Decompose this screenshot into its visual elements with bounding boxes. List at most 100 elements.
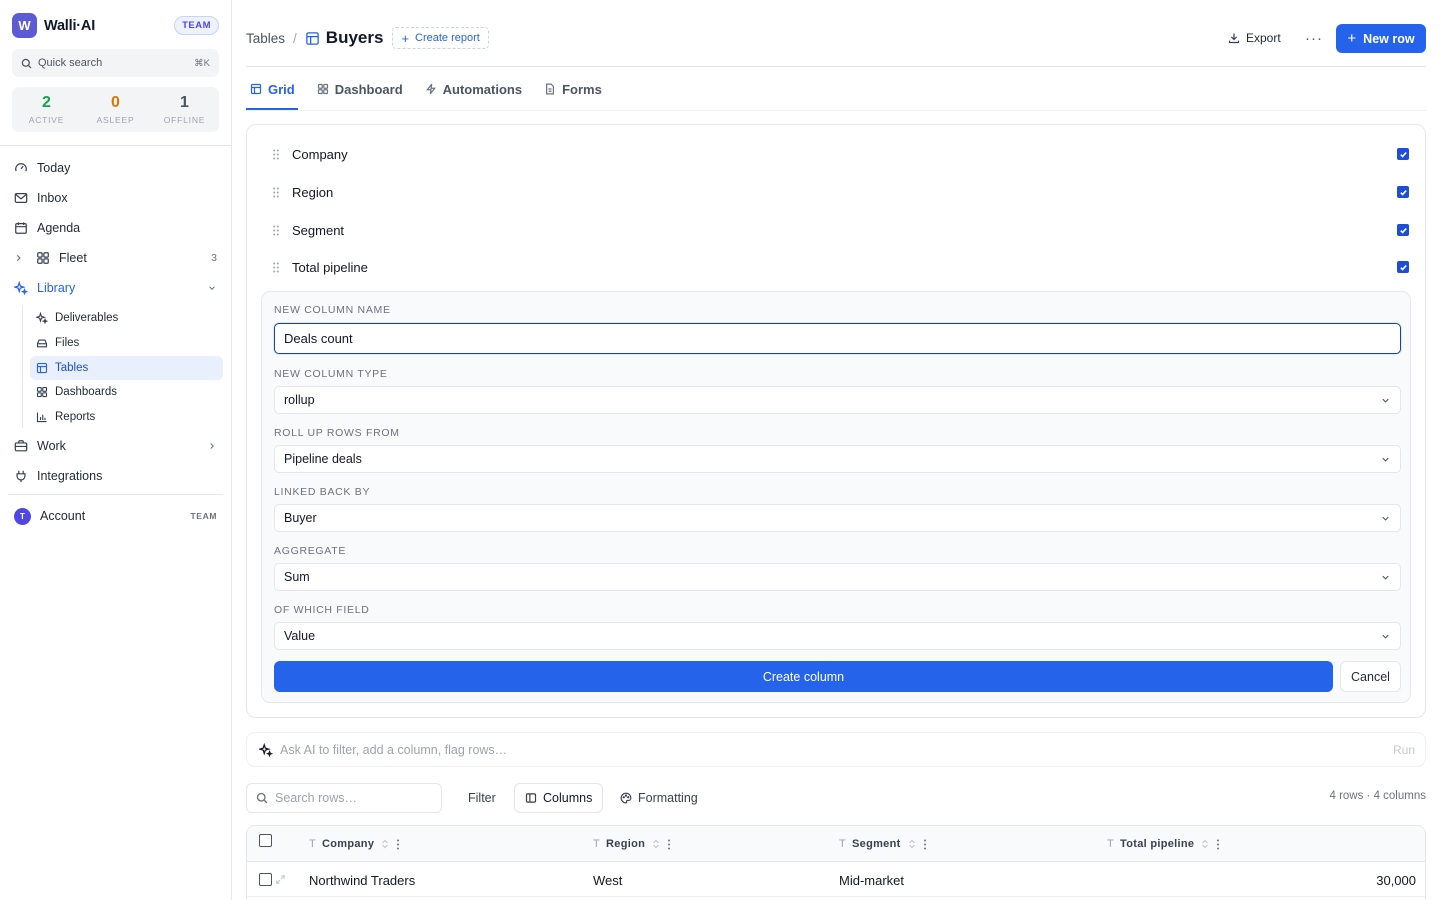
select-value: Pipeline deals (284, 452, 362, 466)
export-label: Export (1246, 31, 1281, 45)
column-visible-checkbox[interactable] (1397, 261, 1409, 273)
select-value: Buyer (284, 511, 317, 525)
header-divider (246, 66, 1426, 67)
columns-label: Columns (543, 791, 593, 805)
tab-grid[interactable]: Grid (246, 76, 299, 102)
new-column-name-label: NEW COLUMN NAME (274, 304, 391, 316)
grid-icon (36, 251, 50, 265)
breadcrumb-tables-link[interactable]: Tables (246, 31, 285, 46)
create-report-button[interactable]: + Create report (392, 27, 489, 49)
sidebar-subitem-dashboards[interactable]: Dashboards (30, 380, 223, 404)
more-options-button[interactable]: ··· (1302, 26, 1326, 50)
column-menu-icon[interactable] (1216, 839, 1220, 850)
sidebar-subitem-files[interactable]: Files (30, 331, 223, 355)
tab-dashboard[interactable]: Dashboard (313, 76, 407, 102)
sidebar-subitem-reports[interactable]: Reports (30, 405, 223, 429)
sidebar-item-agenda[interactable]: Agenda (8, 215, 223, 241)
drag-handle-icon[interactable] (273, 262, 279, 273)
aggregate-select[interactable]: Sum (274, 563, 1401, 591)
expand-row-icon[interactable] (275, 874, 286, 885)
sidebar-item-inbox[interactable]: Inbox (8, 185, 223, 211)
new-column-name-input[interactable] (274, 323, 1401, 354)
ai-command-bar: Run (246, 732, 1426, 767)
rollup-source-select[interactable]: Pipeline deals (274, 445, 1401, 473)
sparkles-icon (36, 312, 48, 324)
gauge-icon (14, 161, 28, 175)
column-list-item[interactable]: Region (273, 180, 1409, 204)
text-type-icon: T (593, 838, 601, 850)
stat-active[interactable]: 2 ACTIVE (12, 87, 81, 132)
columns-button[interactable]: Columns (514, 783, 604, 813)
tab-forms[interactable]: Forms (540, 76, 606, 102)
column-header-region[interactable]: T Region (593, 826, 671, 862)
aggregate-label: AGGREGATE (274, 545, 347, 557)
stat-offline[interactable]: 1 OFFLINE (150, 87, 219, 132)
account-item[interactable]: T Account TEAM (8, 504, 223, 528)
drag-handle-icon[interactable] (273, 149, 279, 160)
filter-button[interactable]: Filter (458, 783, 506, 813)
sparkles-icon (14, 281, 28, 295)
sparkles-icon (259, 742, 273, 757)
column-list-item[interactable]: Total pipeline (273, 255, 1409, 279)
column-list-item[interactable]: Company (273, 142, 1409, 166)
tabs-divider (246, 110, 1426, 111)
sort-icon[interactable] (381, 839, 389, 849)
row-search-input[interactable] (275, 791, 425, 805)
sort-icon[interactable] (1201, 839, 1209, 849)
stat-asleep[interactable]: 0 ASLEEP (81, 87, 150, 132)
table-cell-region[interactable]: West (593, 863, 622, 897)
row-search[interactable] (246, 783, 442, 813)
table-cell-company[interactable]: Northwind Traders (309, 863, 415, 897)
chevron-down-icon[interactable] (207, 283, 217, 293)
select-all-checkbox[interactable] (259, 834, 272, 847)
column-menu-icon[interactable] (667, 839, 671, 850)
column-header-company[interactable]: T Company (309, 826, 400, 862)
table-row[interactable]: Northwind Traders West Mid-market 30,000 (247, 863, 1425, 897)
new-column-type-select[interactable]: rollup (274, 386, 1401, 414)
column-menu-icon[interactable] (396, 839, 400, 850)
new-row-button[interactable]: + New row (1336, 24, 1426, 53)
column-menu-icon[interactable] (923, 839, 927, 850)
new-column-type-label: NEW COLUMN TYPE (274, 368, 388, 380)
sidebar-item-fleet[interactable]: Fleet 3 (8, 245, 223, 271)
table-cell-segment[interactable]: Mid-market (839, 863, 904, 897)
chevron-right-icon[interactable] (207, 441, 217, 451)
column-list-item[interactable]: Segment (273, 218, 1409, 242)
sidebar-item-integrations[interactable]: Integrations (8, 463, 223, 489)
create-column-button[interactable]: Create column (274, 661, 1333, 692)
sidebar-item-work[interactable]: Work (8, 433, 223, 459)
ai-prompt-input[interactable] (280, 742, 1393, 757)
sidebar-subitem-tables[interactable]: Tables (30, 356, 223, 380)
column-visible-checkbox[interactable] (1397, 224, 1409, 236)
quick-search[interactable]: Quick search ⌘K (12, 49, 219, 77)
column-visible-checkbox[interactable] (1397, 186, 1409, 198)
cancel-button[interactable]: Cancel (1340, 661, 1401, 692)
select-value: rollup (284, 393, 315, 407)
brand-logo[interactable]: W (12, 13, 37, 38)
export-button[interactable]: Export (1222, 26, 1287, 50)
table-cell-total-pipeline[interactable]: 30,000 (1376, 863, 1416, 897)
linked-by-select[interactable]: Buyer (274, 504, 1401, 532)
drag-handle-icon[interactable] (273, 187, 279, 198)
column-header-total-pipeline[interactable]: T Total pipeline (1107, 826, 1220, 862)
tab-automations[interactable]: Automations (421, 76, 526, 102)
sidebar-item-today[interactable]: Today (8, 155, 223, 181)
chevron-down-icon (1380, 513, 1391, 524)
sidebar-item-label: Integrations (37, 469, 103, 483)
chevron-right-icon[interactable] (14, 251, 24, 265)
field-select[interactable]: Value (274, 622, 1401, 650)
row-select-checkbox[interactable] (259, 873, 272, 886)
formatting-button[interactable]: Formatting (610, 783, 708, 813)
sidebar-item-library[interactable]: Library (8, 275, 223, 301)
sort-icon[interactable] (652, 839, 660, 849)
column-visible-checkbox[interactable] (1397, 148, 1409, 160)
stat-offline-label: OFFLINE (163, 115, 206, 125)
sort-icon[interactable] (908, 839, 916, 849)
sidebar-subitem-deliverables[interactable]: Deliverables (30, 306, 223, 330)
drag-handle-icon[interactable] (273, 225, 279, 236)
tab-label: Automations (442, 81, 523, 97)
ai-run-button[interactable]: Run (1393, 743, 1415, 757)
tab-label: Grid (268, 81, 295, 97)
text-type-icon: T (1107, 838, 1115, 850)
column-header-segment[interactable]: T Segment (839, 826, 927, 862)
